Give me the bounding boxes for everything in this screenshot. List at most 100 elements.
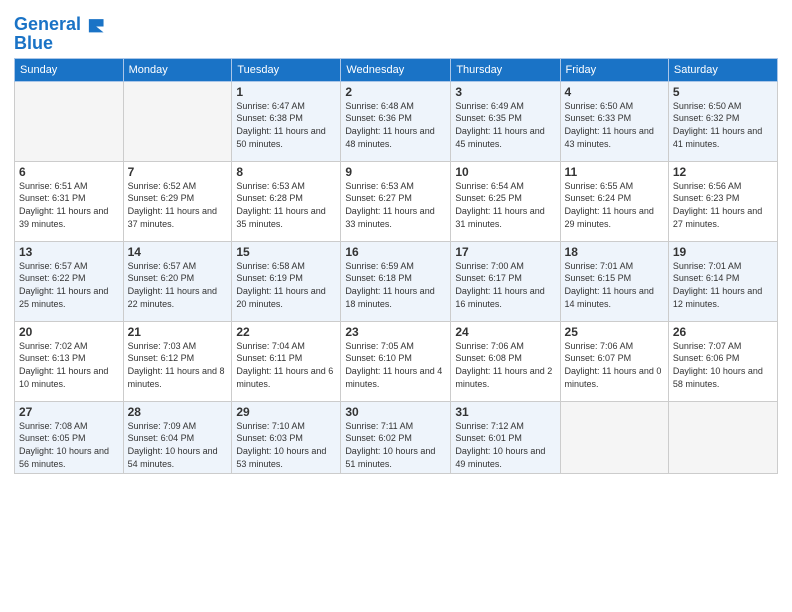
calendar-cell: 19Sunrise: 7:01 AM Sunset: 6:14 PM Dayli… bbox=[668, 241, 777, 321]
calendar-cell bbox=[668, 401, 777, 473]
day-info: Sunrise: 6:59 AM Sunset: 6:18 PM Dayligh… bbox=[345, 260, 446, 310]
day-info: Sunrise: 7:01 AM Sunset: 6:15 PM Dayligh… bbox=[565, 260, 664, 310]
calendar-cell: 11Sunrise: 6:55 AM Sunset: 6:24 PM Dayli… bbox=[560, 161, 668, 241]
day-info: Sunrise: 7:01 AM Sunset: 6:14 PM Dayligh… bbox=[673, 260, 773, 310]
day-info: Sunrise: 6:57 AM Sunset: 6:22 PM Dayligh… bbox=[19, 260, 119, 310]
day-number: 31 bbox=[455, 405, 555, 419]
calendar-cell: 13Sunrise: 6:57 AM Sunset: 6:22 PM Dayli… bbox=[15, 241, 124, 321]
day-info: Sunrise: 7:09 AM Sunset: 6:04 PM Dayligh… bbox=[128, 420, 228, 470]
day-info: Sunrise: 6:47 AM Sunset: 6:38 PM Dayligh… bbox=[236, 100, 336, 150]
day-info: Sunrise: 7:12 AM Sunset: 6:01 PM Dayligh… bbox=[455, 420, 555, 470]
day-number: 24 bbox=[455, 325, 555, 339]
day-header-thursday: Thursday bbox=[451, 58, 560, 81]
logo: General Blue bbox=[14, 14, 105, 54]
day-number: 11 bbox=[565, 165, 664, 179]
day-header-sunday: Sunday bbox=[15, 58, 124, 81]
day-info: Sunrise: 6:54 AM Sunset: 6:25 PM Dayligh… bbox=[455, 180, 555, 230]
day-info: Sunrise: 6:53 AM Sunset: 6:28 PM Dayligh… bbox=[236, 180, 336, 230]
day-info: Sunrise: 7:10 AM Sunset: 6:03 PM Dayligh… bbox=[236, 420, 336, 470]
day-info: Sunrise: 7:05 AM Sunset: 6:10 PM Dayligh… bbox=[345, 340, 446, 390]
day-number: 25 bbox=[565, 325, 664, 339]
calendar-cell: 20Sunrise: 7:02 AM Sunset: 6:13 PM Dayli… bbox=[15, 321, 124, 401]
calendar-cell: 21Sunrise: 7:03 AM Sunset: 6:12 PM Dayli… bbox=[123, 321, 232, 401]
calendar-cell: 25Sunrise: 7:06 AM Sunset: 6:07 PM Dayli… bbox=[560, 321, 668, 401]
calendar-cell bbox=[123, 81, 232, 161]
day-header-wednesday: Wednesday bbox=[341, 58, 451, 81]
day-number: 17 bbox=[455, 245, 555, 259]
day-number: 9 bbox=[345, 165, 446, 179]
calendar-cell: 26Sunrise: 7:07 AM Sunset: 6:06 PM Dayli… bbox=[668, 321, 777, 401]
day-header-monday: Monday bbox=[123, 58, 232, 81]
day-info: Sunrise: 6:56 AM Sunset: 6:23 PM Dayligh… bbox=[673, 180, 773, 230]
calendar-cell: 28Sunrise: 7:09 AM Sunset: 6:04 PM Dayli… bbox=[123, 401, 232, 473]
day-number: 5 bbox=[673, 85, 773, 99]
day-info: Sunrise: 7:08 AM Sunset: 6:05 PM Dayligh… bbox=[19, 420, 119, 470]
day-number: 26 bbox=[673, 325, 773, 339]
calendar-cell: 23Sunrise: 7:05 AM Sunset: 6:10 PM Dayli… bbox=[341, 321, 451, 401]
day-number: 12 bbox=[673, 165, 773, 179]
calendar-cell: 22Sunrise: 7:04 AM Sunset: 6:11 PM Dayli… bbox=[232, 321, 341, 401]
day-number: 21 bbox=[128, 325, 228, 339]
calendar-cell: 31Sunrise: 7:12 AM Sunset: 6:01 PM Dayli… bbox=[451, 401, 560, 473]
calendar-cell: 15Sunrise: 6:58 AM Sunset: 6:19 PM Dayli… bbox=[232, 241, 341, 321]
day-info: Sunrise: 7:07 AM Sunset: 6:06 PM Dayligh… bbox=[673, 340, 773, 390]
calendar-cell: 30Sunrise: 7:11 AM Sunset: 6:02 PM Dayli… bbox=[341, 401, 451, 473]
day-info: Sunrise: 7:00 AM Sunset: 6:17 PM Dayligh… bbox=[455, 260, 555, 310]
calendar-week-2: 6Sunrise: 6:51 AM Sunset: 6:31 PM Daylig… bbox=[15, 161, 778, 241]
day-number: 16 bbox=[345, 245, 446, 259]
day-number: 15 bbox=[236, 245, 336, 259]
calendar-week-5: 27Sunrise: 7:08 AM Sunset: 6:05 PM Dayli… bbox=[15, 401, 778, 473]
day-info: Sunrise: 7:11 AM Sunset: 6:02 PM Dayligh… bbox=[345, 420, 446, 470]
calendar-cell: 16Sunrise: 6:59 AM Sunset: 6:18 PM Dayli… bbox=[341, 241, 451, 321]
day-info: Sunrise: 7:03 AM Sunset: 6:12 PM Dayligh… bbox=[128, 340, 228, 390]
calendar-cell: 4Sunrise: 6:50 AM Sunset: 6:33 PM Daylig… bbox=[560, 81, 668, 161]
calendar-cell bbox=[560, 401, 668, 473]
calendar-table: SundayMondayTuesdayWednesdayThursdayFrid… bbox=[14, 58, 778, 474]
calendar-cell bbox=[15, 81, 124, 161]
day-info: Sunrise: 7:06 AM Sunset: 6:08 PM Dayligh… bbox=[455, 340, 555, 390]
calendar-cell: 24Sunrise: 7:06 AM Sunset: 6:08 PM Dayli… bbox=[451, 321, 560, 401]
day-info: Sunrise: 7:02 AM Sunset: 6:13 PM Dayligh… bbox=[19, 340, 119, 390]
calendar-cell: 3Sunrise: 6:49 AM Sunset: 6:35 PM Daylig… bbox=[451, 81, 560, 161]
calendar-cell: 17Sunrise: 7:00 AM Sunset: 6:17 PM Dayli… bbox=[451, 241, 560, 321]
day-info: Sunrise: 6:50 AM Sunset: 6:33 PM Dayligh… bbox=[565, 100, 664, 150]
day-number: 4 bbox=[565, 85, 664, 99]
calendar-week-3: 13Sunrise: 6:57 AM Sunset: 6:22 PM Dayli… bbox=[15, 241, 778, 321]
calendar-cell: 7Sunrise: 6:52 AM Sunset: 6:29 PM Daylig… bbox=[123, 161, 232, 241]
day-number: 2 bbox=[345, 85, 446, 99]
day-number: 3 bbox=[455, 85, 555, 99]
calendar-cell: 18Sunrise: 7:01 AM Sunset: 6:15 PM Dayli… bbox=[560, 241, 668, 321]
day-info: Sunrise: 6:50 AM Sunset: 6:32 PM Dayligh… bbox=[673, 100, 773, 150]
day-number: 14 bbox=[128, 245, 228, 259]
calendar-week-4: 20Sunrise: 7:02 AM Sunset: 6:13 PM Dayli… bbox=[15, 321, 778, 401]
day-number: 20 bbox=[19, 325, 119, 339]
day-number: 27 bbox=[19, 405, 119, 419]
day-info: Sunrise: 6:51 AM Sunset: 6:31 PM Dayligh… bbox=[19, 180, 119, 230]
day-info: Sunrise: 6:58 AM Sunset: 6:19 PM Dayligh… bbox=[236, 260, 336, 310]
calendar-cell: 12Sunrise: 6:56 AM Sunset: 6:23 PM Dayli… bbox=[668, 161, 777, 241]
day-info: Sunrise: 6:55 AM Sunset: 6:24 PM Dayligh… bbox=[565, 180, 664, 230]
calendar-cell: 1Sunrise: 6:47 AM Sunset: 6:38 PM Daylig… bbox=[232, 81, 341, 161]
day-number: 22 bbox=[236, 325, 336, 339]
logo-icon bbox=[83, 14, 105, 36]
day-header-friday: Friday bbox=[560, 58, 668, 81]
day-info: Sunrise: 6:49 AM Sunset: 6:35 PM Dayligh… bbox=[455, 100, 555, 150]
logo-text: General bbox=[14, 15, 81, 35]
calendar-cell: 8Sunrise: 6:53 AM Sunset: 6:28 PM Daylig… bbox=[232, 161, 341, 241]
calendar-cell: 29Sunrise: 7:10 AM Sunset: 6:03 PM Dayli… bbox=[232, 401, 341, 473]
logo-blue-text: Blue bbox=[14, 34, 105, 54]
calendar-cell: 2Sunrise: 6:48 AM Sunset: 6:36 PM Daylig… bbox=[341, 81, 451, 161]
calendar-header-row: SundayMondayTuesdayWednesdayThursdayFrid… bbox=[15, 58, 778, 81]
day-number: 29 bbox=[236, 405, 336, 419]
day-number: 23 bbox=[345, 325, 446, 339]
day-header-saturday: Saturday bbox=[668, 58, 777, 81]
day-number: 30 bbox=[345, 405, 446, 419]
day-info: Sunrise: 6:48 AM Sunset: 6:36 PM Dayligh… bbox=[345, 100, 446, 150]
page-container: General Blue SundayMondayTuesdayWednesda… bbox=[0, 0, 792, 484]
header: General Blue bbox=[14, 10, 778, 54]
day-number: 1 bbox=[236, 85, 336, 99]
day-number: 13 bbox=[19, 245, 119, 259]
calendar-week-1: 1Sunrise: 6:47 AM Sunset: 6:38 PM Daylig… bbox=[15, 81, 778, 161]
day-info: Sunrise: 7:06 AM Sunset: 6:07 PM Dayligh… bbox=[565, 340, 664, 390]
day-number: 7 bbox=[128, 165, 228, 179]
